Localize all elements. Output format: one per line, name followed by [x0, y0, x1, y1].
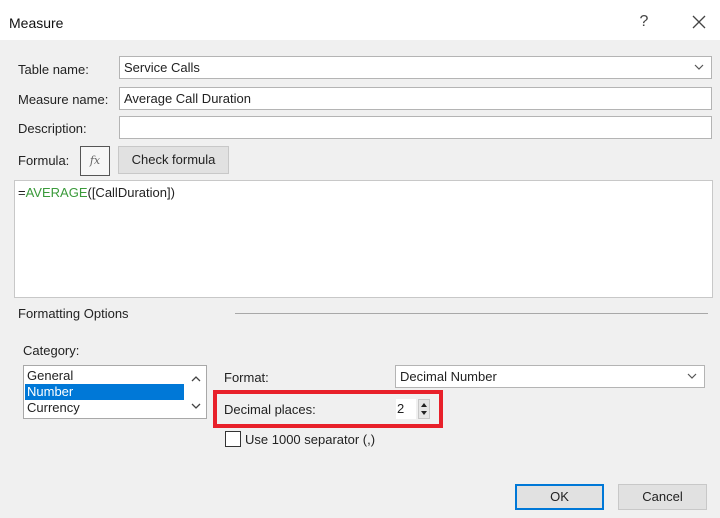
- decimal-places-label: Decimal places:: [224, 402, 316, 417]
- description-label: Description:: [18, 121, 87, 136]
- formula-prefix: =: [18, 185, 26, 200]
- table-name-dropdown[interactable]: Service Calls: [119, 56, 712, 79]
- ok-button[interactable]: OK: [515, 484, 604, 510]
- decimal-places-spinner[interactable]: [418, 399, 430, 419]
- close-icon: [692, 15, 706, 29]
- description-input[interactable]: [119, 116, 712, 139]
- category-item-currency[interactable]: Currency: [25, 400, 184, 416]
- category-item-general[interactable]: General: [25, 368, 184, 384]
- cancel-button[interactable]: Cancel: [618, 484, 707, 510]
- formula-args: ([CallDuration]): [87, 185, 175, 200]
- formula-label: Formula:: [18, 153, 70, 168]
- table-name-value: Service Calls: [124, 60, 200, 75]
- check-formula-button[interactable]: Check formula: [118, 146, 229, 174]
- chevron-down-icon: [687, 373, 697, 379]
- measure-name-label: Measure name:: [18, 92, 109, 107]
- scroll-down-icon[interactable]: [188, 398, 204, 414]
- format-value: Decimal Number: [400, 369, 497, 384]
- chevron-down-icon: [694, 64, 704, 70]
- scroll-up-icon[interactable]: [188, 371, 204, 387]
- insert-function-button[interactable]: fx: [80, 146, 110, 176]
- table-name-label: Table name:: [18, 62, 89, 77]
- formatting-options-label: Formatting Options: [18, 306, 129, 321]
- help-button[interactable]: ?: [632, 10, 656, 34]
- measure-name-value: Average Call Duration: [124, 91, 251, 106]
- formula-function: AVERAGE: [25, 185, 88, 200]
- category-item-number[interactable]: Number: [25, 384, 184, 400]
- formula-editor[interactable]: =AVERAGE([CallDuration]): [14, 180, 713, 298]
- title-bar: Measure ?: [0, 0, 720, 40]
- decimal-places-input[interactable]: 2: [396, 399, 416, 419]
- category-label: Category:: [23, 343, 80, 358]
- category-listbox[interactable]: General Number Currency: [23, 365, 207, 419]
- format-label: Format:: [224, 370, 269, 385]
- close-button[interactable]: [686, 8, 712, 36]
- thousand-separator-checkbox[interactable]: [225, 431, 241, 447]
- dialog-title: Measure: [9, 15, 64, 31]
- thousand-separator-label: Use 1000 separator (,): [245, 432, 376, 447]
- section-divider: [235, 313, 708, 314]
- spinner-arrows-icon: [421, 403, 427, 415]
- format-dropdown[interactable]: Decimal Number: [395, 365, 705, 388]
- measure-name-input[interactable]: Average Call Duration: [119, 87, 712, 110]
- fx-icon: fx: [89, 154, 101, 167]
